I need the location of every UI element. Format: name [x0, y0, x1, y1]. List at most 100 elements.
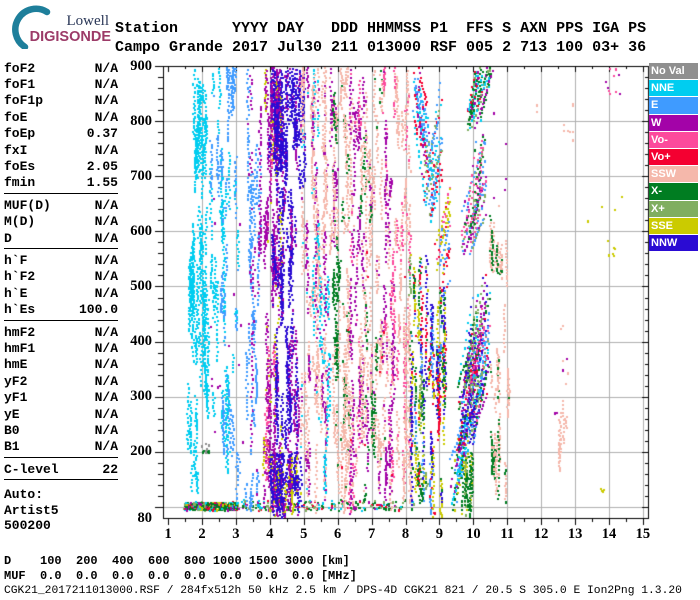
param-label: C-level: [4, 461, 59, 477]
param-value: 22: [102, 461, 118, 477]
param-label: h`F: [4, 252, 28, 268]
legend-item-vo-: Vo-: [649, 131, 698, 148]
x-axis-tick-label: 12: [533, 526, 549, 542]
y-axis-tick-label: 300: [130, 388, 152, 405]
separator: [4, 193, 118, 195]
param-label: yF1: [4, 390, 28, 406]
param-row: hmE N/A: [4, 357, 118, 373]
legend-item-noval: No Val: [649, 63, 698, 80]
param-row: fmin 1.55: [4, 175, 118, 191]
param-row: foF1p N/A: [4, 93, 118, 109]
legend-item-x+: X+: [649, 200, 698, 217]
param-label: fxI: [4, 142, 28, 158]
header-labels-line: Station YYYY DAY DDD HHMMSS P1 FFS S AXN…: [115, 20, 647, 37]
x-axis-tick-label: 9: [435, 526, 444, 542]
autoscaling-line: Auto:: [4, 487, 44, 503]
param-row: fxI N/A: [4, 142, 118, 158]
autoscaling-line: Artist5: [4, 502, 59, 518]
param-value: N/A: [94, 373, 118, 389]
y-axis-tick-label: 900: [130, 57, 152, 74]
param-row: B0 N/A: [4, 422, 118, 438]
separator: [4, 456, 118, 458]
y-axis-tick-label: 500: [130, 277, 152, 294]
param-row: h`Es 100.0: [4, 301, 118, 317]
legend-item-e: E: [649, 97, 698, 114]
param-label: foE: [4, 109, 28, 125]
param-row: h`E N/A: [4, 285, 118, 301]
param-label: hmE: [4, 357, 28, 373]
legend-item-nnw: NNW: [649, 234, 698, 252]
param-value: N/A: [94, 93, 118, 109]
distance-row: D 100 200 400 600 800 1000 1500 3000 [km…: [4, 554, 350, 568]
lowell-digisonde-logo: Lowell DIGISONDE: [12, 5, 112, 49]
param-label: hmF1: [4, 340, 36, 356]
ionogram-screen: Lowell DIGISONDE Station YYYY DAY DDD HH…: [0, 0, 700, 600]
x-axis-tick-label: 10: [466, 526, 481, 542]
x-axis-tick-label: 3: [232, 526, 240, 542]
x-axis-tick-label: 14: [601, 526, 617, 542]
legend-item-x-: X-: [649, 183, 698, 200]
param-label: foF1p: [4, 93, 44, 109]
y-axis-tick-label: 200: [130, 443, 152, 460]
param-label: h`F2: [4, 269, 36, 285]
param-row: h`F2 N/A: [4, 269, 118, 285]
param-label: fmin: [4, 175, 36, 191]
x-axis-tick-label: 15: [635, 526, 651, 542]
param-row: h`F N/A: [4, 252, 118, 268]
param-label: yE: [4, 406, 20, 422]
param-row: foEs 2.05: [4, 158, 118, 174]
param-label: M(D): [4, 214, 36, 230]
param-value: 100.0: [78, 302, 118, 318]
param-row: B1 N/A: [4, 439, 118, 455]
param-row: yF2 N/A: [4, 373, 118, 389]
legend-item-w: W: [649, 114, 698, 131]
param-row: C-level 22: [4, 461, 118, 477]
param-row: MUF(D) N/A: [4, 197, 118, 213]
x-axis-tick-label: 2: [198, 526, 206, 542]
param-value: N/A: [94, 406, 118, 422]
param-label: foEp: [4, 126, 36, 142]
param-label: foEs: [4, 159, 36, 175]
legend-item-ssw: SSW: [649, 166, 698, 183]
param-row: hmF2 N/A: [4, 324, 118, 340]
x-axis-tick-label: 8: [401, 526, 410, 542]
muf-row: MUF 0.0 0.0 0.0 0.0 0.0 0.0 0.0 0.0 [MHz…: [4, 569, 357, 583]
param-label: foF1: [4, 77, 36, 93]
param-label: MUF(D): [4, 197, 51, 213]
x-axis-tick-label: 13: [567, 526, 583, 542]
y-axis-tick-label: 400: [130, 333, 152, 350]
param-value: N/A: [94, 357, 118, 373]
y-axis-tick-label: 600: [130, 222, 152, 239]
autoscaling-line: 500200: [4, 518, 51, 534]
param-row: foE N/A: [4, 109, 118, 125]
x-axis-tick-label: 4: [266, 526, 274, 542]
param-row: foEp 0.37: [4, 126, 118, 142]
legend-item-nne: NNE: [649, 80, 698, 97]
param-row: M(D) N/A: [4, 214, 118, 230]
x-axis-tick-label: 11: [500, 526, 515, 542]
y-axis-tick-label: 700: [130, 167, 152, 184]
param-label: h`Es: [4, 302, 36, 318]
x-axis-tick-label: 7: [367, 526, 376, 542]
param-row: foF1 N/A: [4, 76, 118, 92]
param-value: N/A: [94, 422, 118, 438]
param-label: h`E: [4, 285, 28, 301]
param-value: N/A: [94, 77, 118, 93]
param-row: yF1 N/A: [4, 389, 118, 405]
header-values-line: Campo Grande 2017 Jul30 211 013000 RSF 0…: [115, 39, 647, 56]
footer-line: CGK21_2017211013000.RSF / 284fx512h 50 k…: [4, 585, 682, 597]
y-axis-tick-label: 80: [137, 509, 153, 526]
param-row: foF2 N/A: [4, 60, 118, 76]
param-label: D: [4, 230, 12, 246]
logo-digisonde-text: DIGISONDE: [30, 29, 112, 45]
header-block: Station YYYY DAY DDD HHMMSS P1 FFS S AXN…: [115, 19, 646, 57]
legend-item-sse: SSE: [649, 217, 698, 234]
ionogram-plot: [146, 58, 658, 528]
separator: [4, 319, 118, 321]
param-row: yE N/A: [4, 406, 118, 422]
param-label: yF2: [4, 373, 28, 389]
param-label: hmF2: [4, 324, 36, 340]
y-axis-tick-label: 800: [130, 112, 152, 129]
param-row: D N/A: [4, 230, 118, 246]
x-axis-tick-label: 5: [300, 526, 308, 542]
